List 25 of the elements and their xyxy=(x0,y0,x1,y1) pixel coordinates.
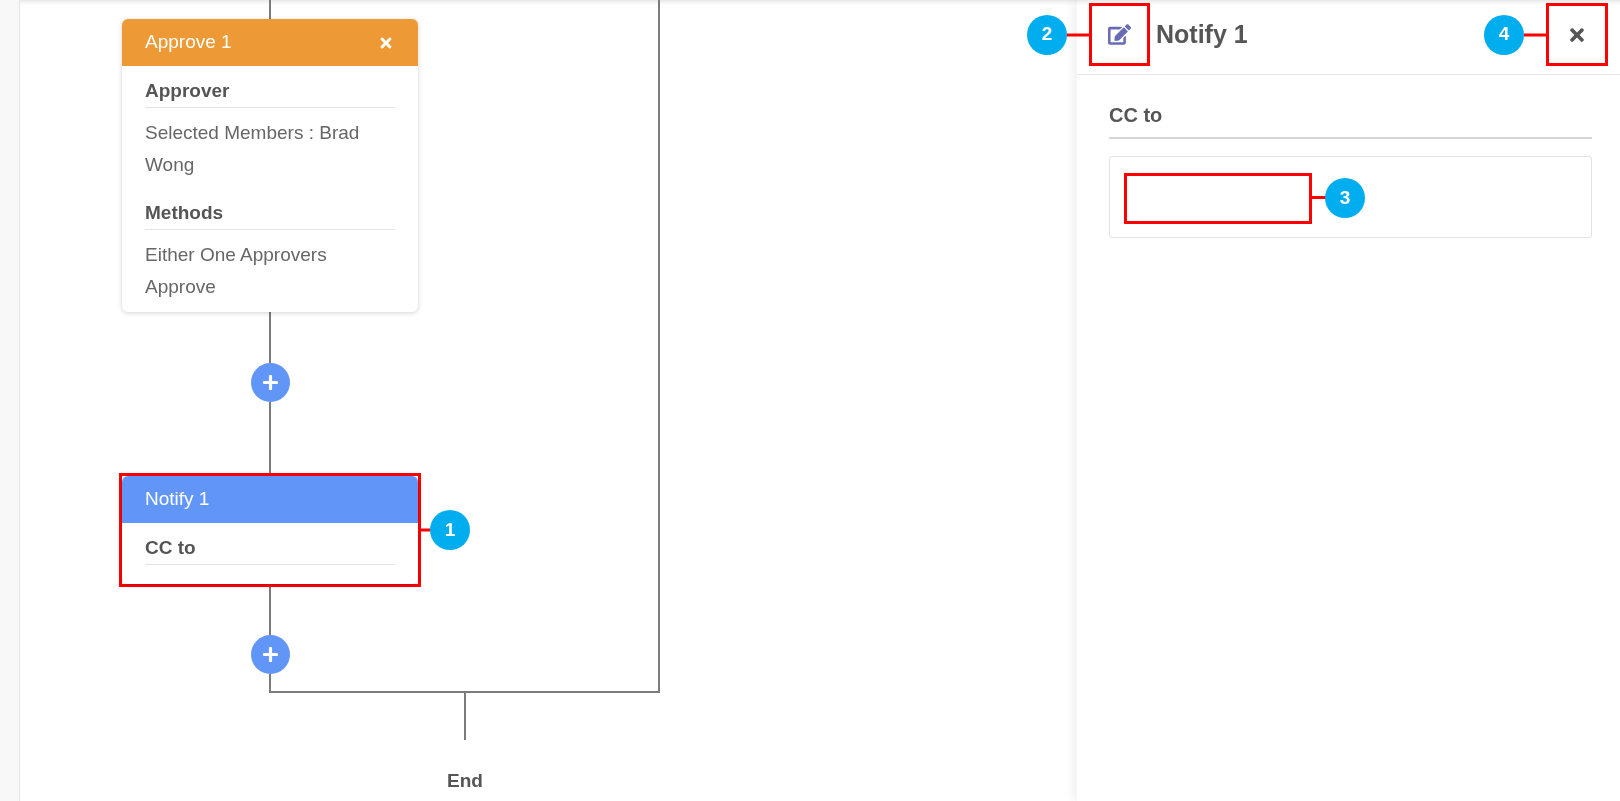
connector-line xyxy=(464,693,466,740)
edit-icon xyxy=(1108,24,1131,45)
panel-title: Notify 1 xyxy=(1156,18,1248,50)
callout-badge: 1 xyxy=(430,510,470,550)
section-heading: Methods xyxy=(145,197,395,230)
plus-icon xyxy=(261,646,279,663)
node-card[interactable]: Approve 1 Approver Selected Members : Brad Wong Methods Either One Approvers Approve xyxy=(122,19,418,312)
add-step-button[interactable] xyxy=(250,635,290,674)
add-step-button[interactable] xyxy=(250,363,290,402)
section-value: Selected Members : Brad Wong xyxy=(145,121,361,177)
connector-line xyxy=(269,0,271,19)
section-heading: Approver xyxy=(145,75,395,108)
node-card[interactable]: Notify 1 CC to xyxy=(122,476,418,584)
connector-line xyxy=(269,584,271,635)
plus-icon xyxy=(261,374,279,391)
section-heading: CC to xyxy=(145,532,395,565)
end-label: End xyxy=(447,769,483,793)
connector-line xyxy=(269,674,271,693)
connector-line xyxy=(269,312,271,363)
section-heading: CC to xyxy=(1109,99,1592,139)
section-value: Either One Approvers Approve xyxy=(145,243,328,299)
callout-badge: 4 xyxy=(1484,14,1524,55)
node-title: Approve 1 xyxy=(145,30,232,55)
callout-badge: 3 xyxy=(1325,178,1365,218)
node-title: Notify 1 xyxy=(145,487,210,512)
